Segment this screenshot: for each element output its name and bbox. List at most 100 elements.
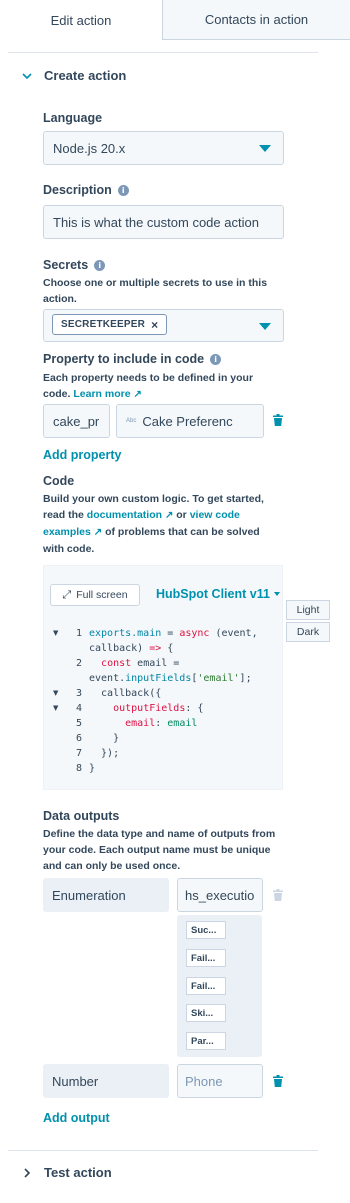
- language-label-text: Language: [43, 111, 103, 125]
- tab-edit-action[interactable]: Edit action: [0, 0, 163, 40]
- option-chip[interactable]: Fail...: [186, 977, 226, 995]
- line-number: 7: [75, 748, 82, 759]
- code-line: event.inputFields['email'];: [44, 671, 284, 686]
- data-outputs-help: Define the data type and name of outputs…: [43, 828, 276, 872]
- code-text: event.inputFields['email'];: [89, 673, 252, 684]
- code-help: Build your own custom logic. To get star…: [43, 491, 278, 557]
- option-chip[interactable]: Suc...: [186, 921, 226, 939]
- language-label: Language: [43, 111, 102, 125]
- variable-name-input[interactable]: cake_pr: [43, 404, 110, 438]
- output-type-select[interactable]: Number: [43, 1064, 169, 1098]
- code-editor[interactable]: ⤢ Full screen HubSpot Client v11 ▼ 1 expor…: [43, 565, 283, 790]
- fold-icon[interactable]: ▼: [53, 701, 58, 716]
- light-theme-button[interactable]: Light: [286, 600, 330, 620]
- remove-tag-icon[interactable]: ×: [151, 318, 158, 332]
- external-link-icon: ↗: [93, 527, 103, 538]
- code-text: }: [89, 733, 120, 744]
- action-tabs: Edit action Contacts in action: [0, 0, 350, 40]
- add-output-link[interactable]: Add output: [43, 1111, 110, 1125]
- line-number: 8: [75, 763, 82, 774]
- line-number: 3: [75, 688, 82, 699]
- learn-more-link[interactable]: Learn more: [73, 388, 130, 400]
- caret-down-icon: [259, 145, 271, 152]
- documentation-link[interactable]: documentation: [87, 509, 162, 521]
- secret-tag: SECRETKEEPER ×: [52, 314, 168, 335]
- divider: [8, 1150, 318, 1151]
- code-line: 6 }: [44, 731, 284, 746]
- fold-icon[interactable]: ▼: [53, 626, 58, 641]
- line-number: 1: [75, 628, 82, 639]
- code-help-or: or: [176, 509, 187, 521]
- variable-name-value: cake_pr: [53, 413, 100, 429]
- line-number: 5: [75, 718, 82, 729]
- output-name-input[interactable]: hs_executio: [177, 878, 263, 912]
- secrets-label: Secrets i: [43, 258, 106, 272]
- trash-icon[interactable]: [273, 1075, 283, 1087]
- description-label-text: Description: [43, 183, 112, 197]
- caret-down-icon: [273, 592, 280, 596]
- enumeration-options-panel: Suc... Fail... Fail... Ski... Par...: [177, 915, 262, 1057]
- description-input[interactable]: This is what the custom code action: [43, 205, 284, 239]
- info-icon[interactable]: i: [94, 259, 106, 271]
- test-action-title: Test action: [44, 1165, 112, 1180]
- property-label: Property to include in code i: [43, 352, 222, 366]
- code-label-text: Code: [43, 474, 75, 488]
- create-action-title: Create action: [44, 68, 127, 83]
- divider: [8, 52, 318, 53]
- chevron-right-icon: [24, 1167, 31, 1178]
- external-link-icon: ↗: [133, 389, 142, 400]
- test-action-toggle[interactable]: Test action: [22, 1165, 112, 1180]
- code-line: ▼ 1 exports.main = async (event,: [44, 626, 284, 641]
- property-label-text: Property to include in code: [43, 352, 205, 366]
- language-select[interactable]: Node.js 20.x: [43, 131, 284, 165]
- code-text: exports.main = async (event,: [89, 628, 258, 639]
- option-chip[interactable]: Fail...: [186, 949, 226, 967]
- code-text: callback({: [89, 688, 162, 699]
- add-property-link[interactable]: Add property: [43, 448, 121, 462]
- line-number: 2: [75, 658, 82, 669]
- client-version-label: HubSpot Client v11: [156, 587, 270, 601]
- create-action-toggle[interactable]: Create action: [22, 68, 126, 83]
- code-line: callback) => {: [44, 641, 284, 656]
- line-number: 4: [75, 703, 82, 714]
- secret-tag-label: SECRETKEEPER: [61, 319, 146, 330]
- trash-icon[interactable]: [273, 414, 283, 426]
- text-type-icon: Abc: [126, 418, 137, 424]
- code-text: outputFields: {: [113, 703, 204, 714]
- property-select[interactable]: Abc Cake Preferenc: [116, 404, 264, 438]
- secrets-help: Choose one or multiple secrets to use in…: [43, 277, 268, 305]
- code-line: 8}: [44, 761, 284, 776]
- tab-contacts-in-action[interactable]: Contacts in action: [163, 0, 350, 40]
- line-number: 6: [75, 733, 82, 744]
- dark-theme-button[interactable]: Dark: [286, 622, 330, 642]
- secrets-label-text: Secrets: [43, 258, 89, 272]
- language-value: Node.js 20.x: [53, 140, 126, 156]
- code-text: const email =: [101, 658, 180, 669]
- code-line: 5 email: email: [44, 716, 284, 731]
- code-line: ▼ 4 outputFields: {: [44, 701, 284, 716]
- description-label: Description i: [43, 183, 129, 197]
- info-icon[interactable]: i: [210, 353, 222, 365]
- code-text: }: [89, 763, 96, 774]
- code-text: callback) => {: [89, 643, 174, 654]
- full-screen-button[interactable]: ⤢ Full screen: [50, 584, 140, 606]
- client-version-dropdown[interactable]: HubSpot Client v11: [156, 587, 280, 601]
- property-help: Each property needs to be defined in you…: [43, 370, 273, 403]
- description-value: This is what the custom code action: [53, 214, 259, 230]
- option-chip[interactable]: Ski...: [186, 1004, 226, 1022]
- caret-down-icon: [259, 323, 271, 330]
- expand-icon: ⤢: [62, 588, 72, 601]
- data-outputs-label-text: Data outputs: [43, 809, 120, 823]
- code-text: });: [89, 748, 120, 759]
- output-type-select[interactable]: Enumeration: [43, 878, 169, 912]
- info-icon[interactable]: i: [117, 184, 129, 196]
- output-name-input[interactable]: Phone: [177, 1064, 263, 1098]
- code-line: ▼ 3 callback({: [44, 686, 284, 701]
- fold-icon[interactable]: ▼: [53, 686, 58, 701]
- code-text: email: email: [125, 718, 198, 729]
- external-link-icon: ↗: [164, 510, 174, 521]
- full-screen-label: Full screen: [76, 589, 128, 601]
- data-outputs-label: Data outputs: [43, 809, 119, 823]
- option-chip[interactable]: Par...: [186, 1032, 226, 1050]
- trash-icon[interactable]: [273, 889, 283, 901]
